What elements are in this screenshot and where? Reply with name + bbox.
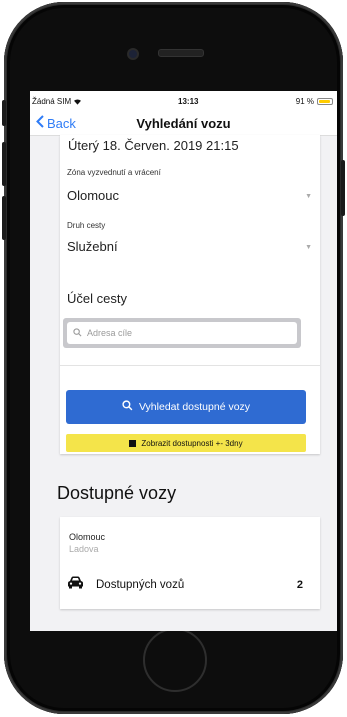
location-title: Olomouc [69, 532, 106, 542]
car-icon [67, 576, 84, 594]
volume-down-button [2, 196, 6, 240]
power-button [341, 160, 345, 216]
status-bar: Žádná SIM 13:13 91 % [30, 91, 337, 111]
available-vehicles-label: Dostupných vozů [96, 579, 185, 591]
search-vehicles-label: Vyhledat dostupné vozy [138, 401, 251, 413]
trip-purpose-label: Účel cesty [67, 291, 127, 306]
navigation-bar: Back Vyhledání vozu [30, 111, 337, 136]
status-carrier: Žádná SIM [32, 97, 82, 106]
battery-percent: 91 % [295, 97, 314, 106]
carrier-label: Žádná SIM [32, 97, 72, 106]
page-title: Vyhledání vozu [136, 116, 231, 131]
status-battery: 91 % [296, 97, 333, 106]
show-availability-button[interactable]: Zobrazit dostupnosti +- 3dny [66, 434, 306, 452]
location-card[interactable]: Olomouc Ladova Dostupných vozů 2 [60, 517, 320, 609]
status-time: 13:13 [178, 97, 199, 106]
datetime-picker[interactable]: Úterý 18. Červen. 2019 21:15 [68, 138, 239, 153]
app-screen: Žádná SIM 13:13 91 % Back Vyhledání vozu… [30, 91, 337, 631]
search-icon [122, 400, 133, 414]
search-placeholder: Adresa cíle [87, 328, 133, 338]
home-button[interactable] [143, 628, 207, 692]
chevron-down-icon: ▼ [305, 193, 312, 200]
search-bar: Adresa cíle [63, 318, 301, 348]
search-vehicles-button[interactable]: Vyhledat dostupné vozy [66, 390, 306, 424]
battery-icon [317, 98, 333, 105]
front-camera [127, 48, 139, 60]
divider [60, 365, 320, 366]
location-subtitle: Ladova [69, 544, 99, 554]
zone-select[interactable]: Olomouc [67, 188, 119, 203]
search-form-card: Úterý 18. Červen. 2019 21:15 Zóna vyzved… [60, 135, 320, 454]
chevron-down-icon: ▼ [305, 244, 312, 251]
destination-search-input[interactable]: Adresa cíle [67, 322, 297, 344]
available-vehicles-count: 2 [296, 579, 303, 591]
section-title-available: Dostupné vozy [57, 483, 177, 503]
search-icon [73, 327, 82, 339]
trip-type-label: Druh cesty [67, 221, 106, 230]
available-vehicles-row[interactable]: Dostupných vozů 2 [67, 575, 313, 595]
volume-up-button [2, 142, 6, 186]
zone-label: Zóna vyzvednutí a vrácení [67, 168, 161, 177]
wifi-icon [73, 97, 82, 106]
earpiece-speaker [158, 49, 204, 57]
show-availability-label: Zobrazit dostupnosti +- 3dny [141, 438, 243, 448]
trip-type-select[interactable]: Služební [67, 239, 118, 254]
calendar-icon [129, 439, 137, 447]
mute-switch [2, 100, 6, 126]
